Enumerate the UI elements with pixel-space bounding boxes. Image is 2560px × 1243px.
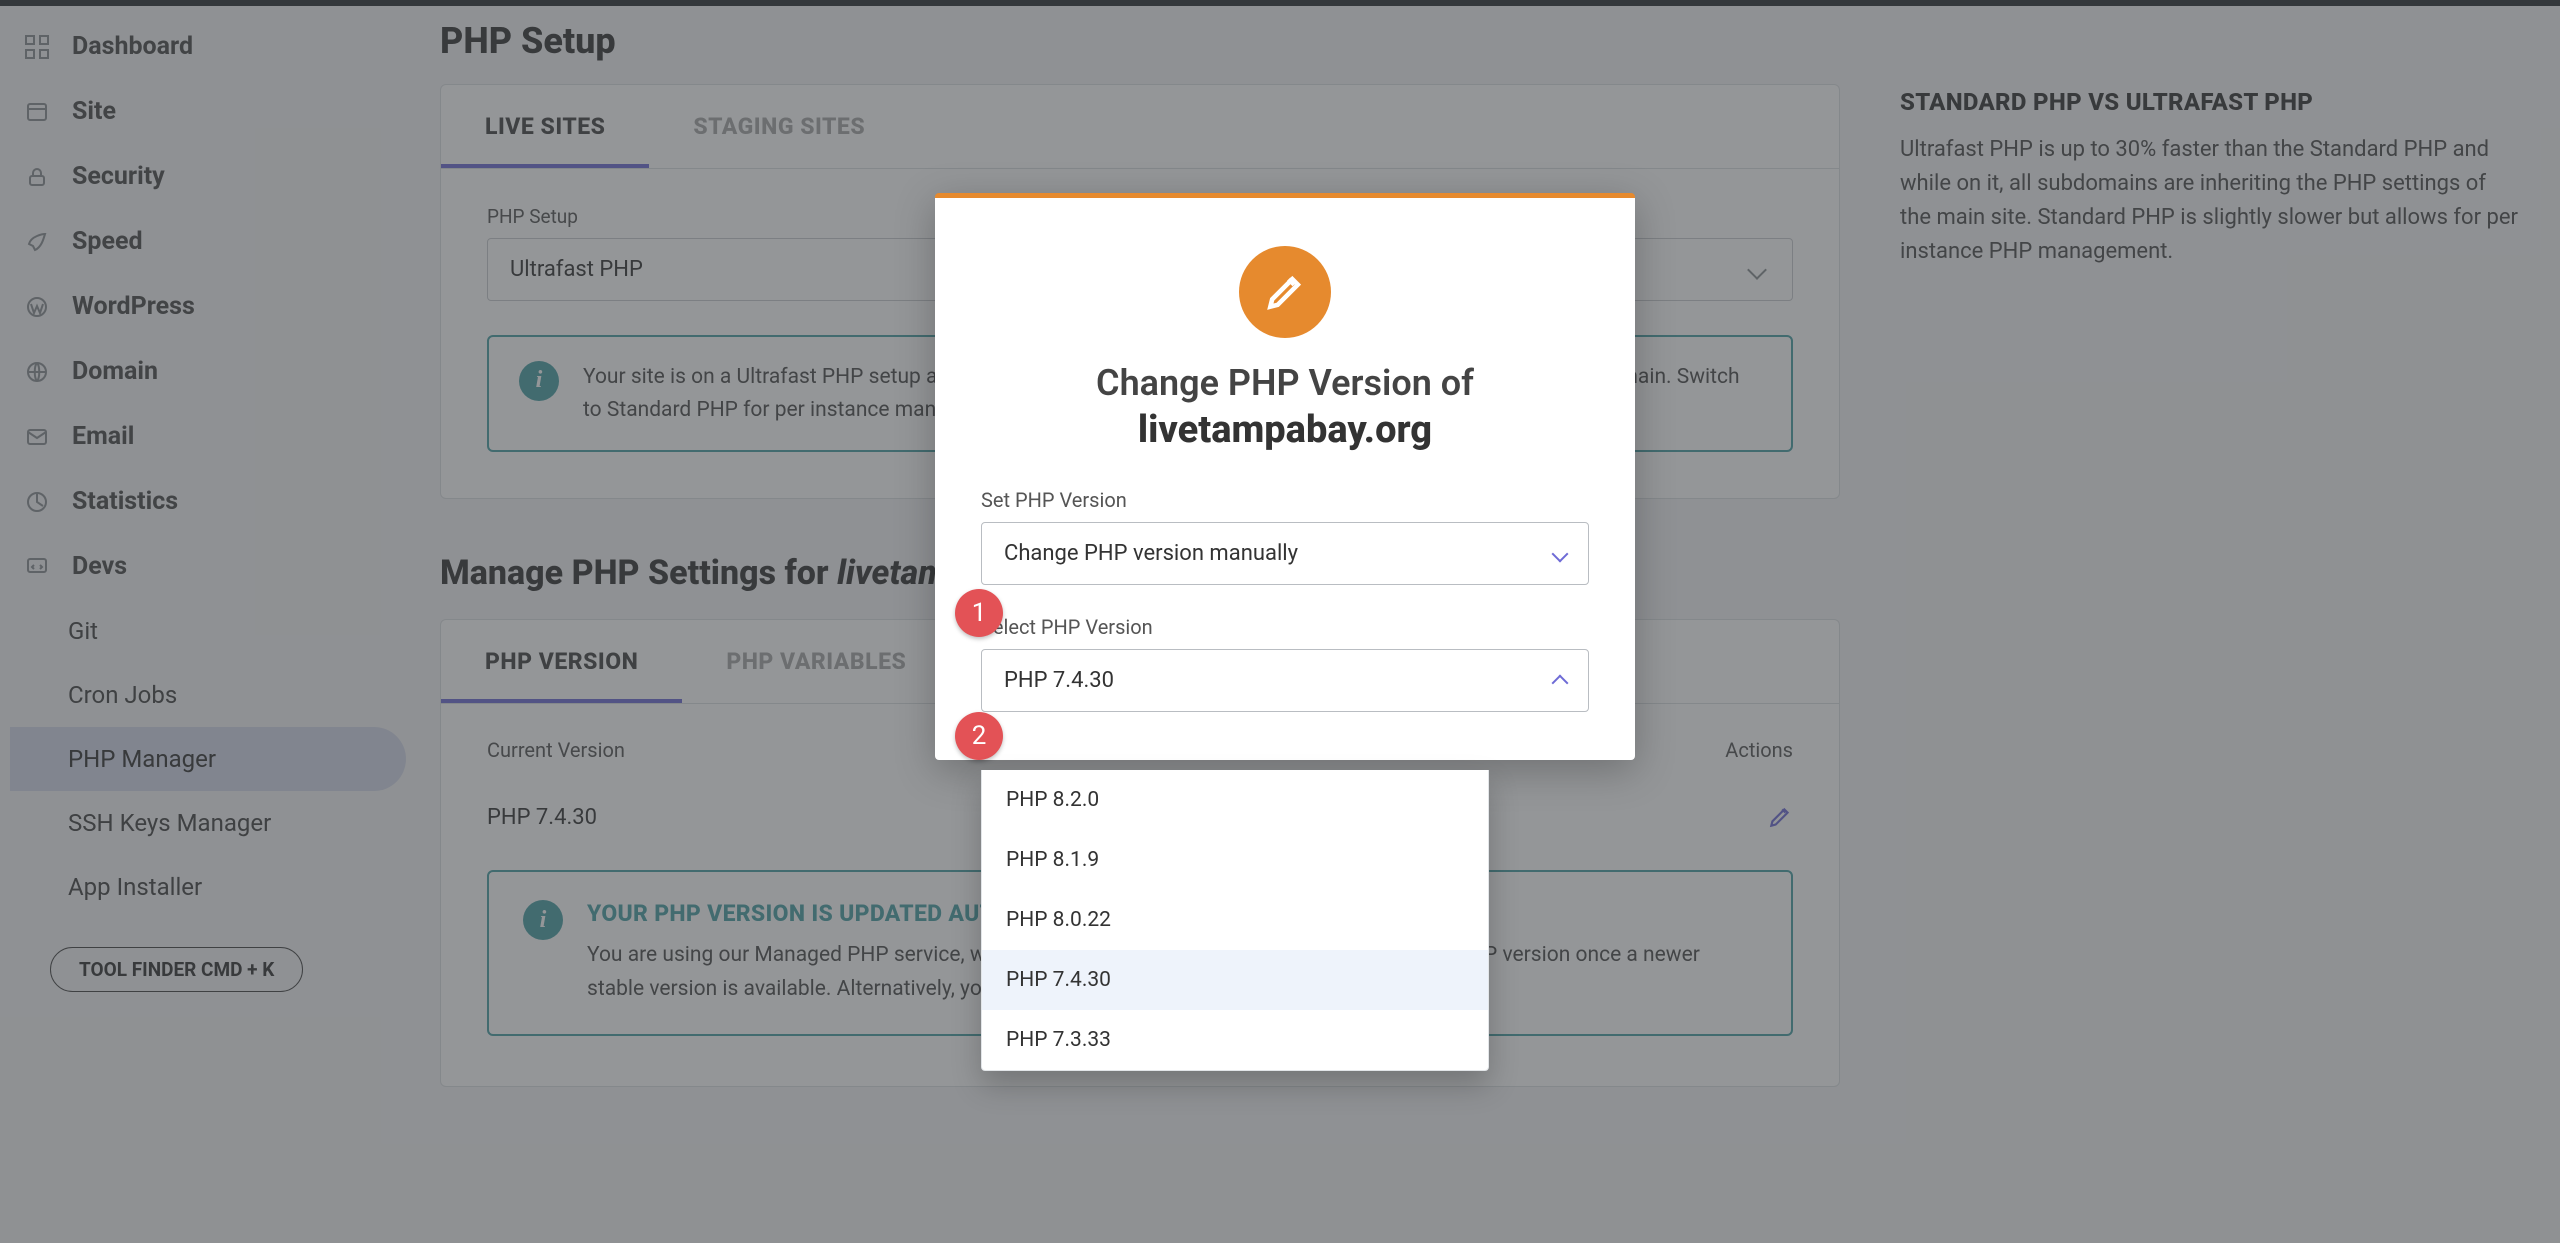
select-php-select[interactable]: PHP 7.4.30 (981, 649, 1589, 712)
modal-title: Change PHP Version of livetampabay.org (981, 362, 1589, 452)
php-option[interactable]: PHP 7.4.30 (982, 950, 1488, 1010)
step-2-badge: 2 (955, 712, 1003, 760)
step-1-badge: 1 (955, 589, 1003, 637)
modal-title-line1: Change PHP Version of (1096, 362, 1474, 404)
modal-title-domain: livetampabay.org (981, 408, 1589, 452)
chevron-down-icon (1552, 545, 1569, 562)
php-option[interactable]: PHP 8.0.22 (982, 890, 1488, 950)
php-version-dropdown: PHP 8.2.0 PHP 8.1.9 PHP 8.0.22 PHP 7.4.3… (981, 770, 1489, 1071)
php-option[interactable]: PHP 8.2.0 (982, 770, 1488, 830)
set-php-value: Change PHP version manually (1004, 541, 1298, 566)
select-php-value: PHP 7.4.30 (1004, 668, 1114, 693)
pencil-icon (1239, 246, 1331, 338)
set-php-label: Set PHP Version (981, 488, 1589, 512)
set-php-select[interactable]: Change PHP version manually (981, 522, 1589, 585)
chevron-up-icon (1552, 674, 1569, 691)
change-php-modal: Change PHP Version of livetampabay.org S… (935, 193, 1635, 760)
php-option[interactable]: PHP 8.1.9 (982, 830, 1488, 890)
select-php-label: Select PHP Version (981, 615, 1589, 639)
php-option[interactable]: PHP 7.3.33 (982, 1010, 1488, 1070)
